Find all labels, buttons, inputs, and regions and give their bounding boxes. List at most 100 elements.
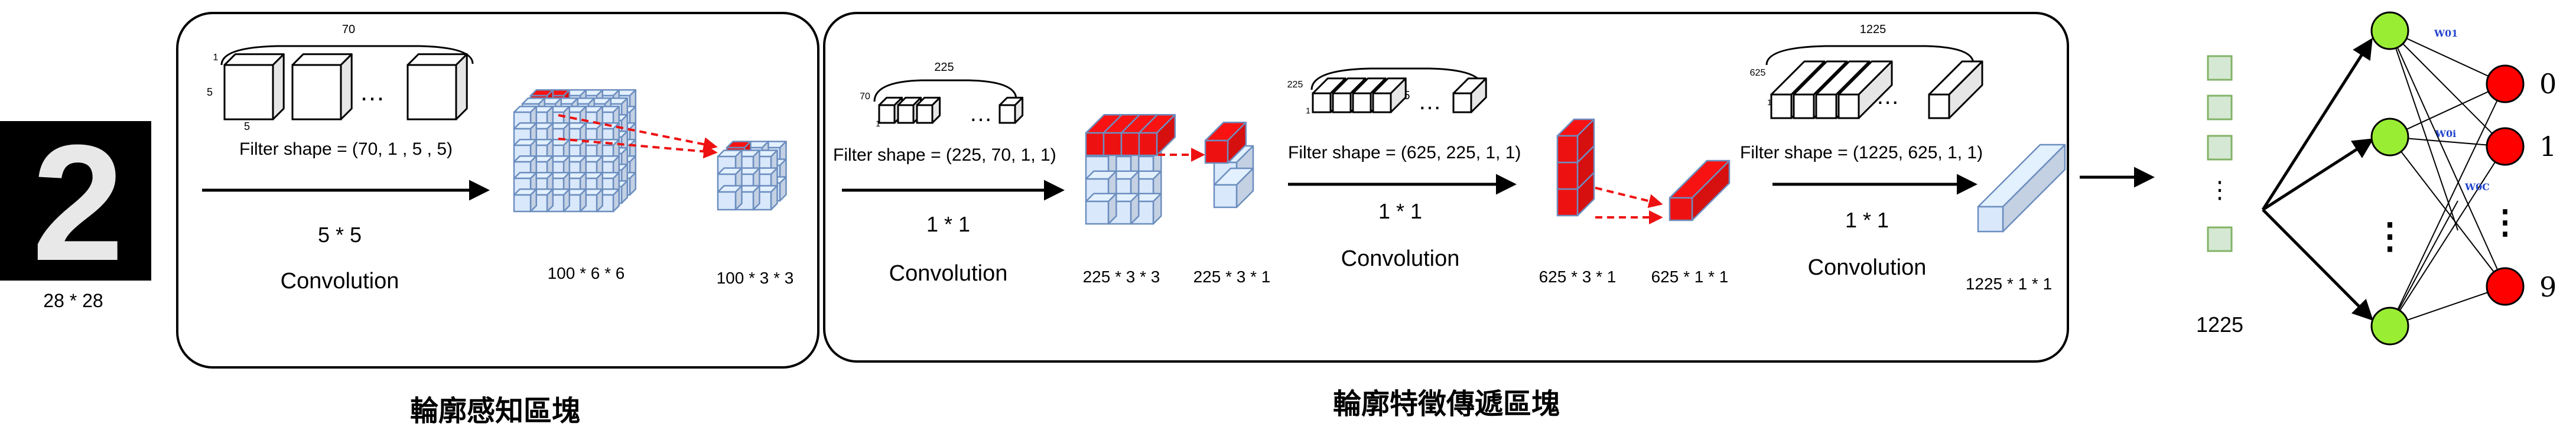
stage1-pooled-label: 225 * 3 * 1 — [1193, 268, 1271, 286]
hidden-node — [2370, 11, 2409, 50]
highlighted-cube-front — [1556, 161, 1579, 190]
feature-cube — [513, 188, 538, 213]
stage2-output-volume — [1556, 118, 1595, 217]
output-label-9: 9 — [2539, 271, 2557, 303]
stage2-filter-ellipsis: … — [1418, 89, 1442, 115]
weight-label-w01: W01 — [2434, 28, 2458, 39]
filter-cube-front — [897, 104, 915, 124]
output-node-0 — [2486, 64, 2525, 103]
block1-pooled-volume — [717, 141, 787, 211]
stage2-pooled-label: 625 * 1 * 1 — [1651, 268, 1729, 286]
filter-cube-front — [1372, 92, 1392, 113]
stage3-conv-label: Convolution — [1808, 255, 1927, 280]
feature-cube-front — [717, 191, 737, 211]
block2-stage2-filter-group: 625 225 1 … Filter shape = (625, 225, 1,… — [1287, 67, 1521, 162]
stage2-conv-label: Convolution — [1341, 246, 1460, 271]
filter-cube — [1928, 60, 1983, 119]
stage1-filter-shape: Filter shape = (225, 70, 1, 1) — [833, 145, 1056, 165]
block1-filter-shape: Filter shape = (70, 1 , 5 , 5) — [239, 139, 453, 159]
filter-cube — [998, 96, 1024, 124]
output-node-9 — [2486, 267, 2525, 306]
highlighted-slice-front — [1138, 132, 1158, 157]
weight-label-w0i: W0i — [2435, 128, 2456, 139]
filter-cube-front — [1815, 93, 1837, 119]
stage3-kernel-label: 1 * 1 — [1845, 208, 1889, 232]
filter-cube-side — [272, 53, 285, 120]
weight-label-w0c: W0C — [2464, 181, 2490, 193]
pooled-cube-front — [1213, 184, 1238, 209]
input-to-hidden-arrow — [2262, 209, 2373, 321]
stage1-output-label: 225 * 3 * 3 — [1083, 268, 1160, 286]
filter-cube-side — [455, 53, 468, 120]
stage1-conv-label: Convolution — [889, 261, 1008, 286]
filter-cube-front — [1312, 92, 1332, 113]
stage1-kernel-label: 1 * 1 — [926, 212, 970, 236]
stage2-filter-dim-b: 1 — [1306, 106, 1310, 115]
block1-conv-label: Convolution — [281, 269, 399, 294]
flatten-ellipsis: ⋮ — [2208, 177, 2232, 203]
filter-cube-front — [1352, 92, 1372, 113]
input-size-label: 28 * 28 — [43, 290, 103, 311]
block1-filter-group: 70 1 5 5 … Filter shape = (70, 1 , 5 , 5… — [207, 23, 474, 159]
block2-title: 輪廓特徵傳遞區塊 — [1333, 387, 1560, 421]
flatten-unit — [2207, 55, 2233, 81]
output-label-1: 1 — [2539, 131, 2557, 162]
fully-connected-classifier: ⋮ ⋮ W01 W0i W0C 0 1 9 — [2261, 11, 2557, 346]
flatten-count-label: 1225 — [2196, 312, 2243, 337]
stage3-filter-shape: Filter shape = (1225, 625, 1, 1) — [1740, 143, 1983, 162]
stage2-filter-dim-a: 225 — [1287, 80, 1303, 90]
highlighted-cube-front — [1556, 135, 1579, 164]
block1-title: 輪廓感知區塊 — [410, 395, 580, 428]
feature-cube-front — [1085, 200, 1110, 225]
block1-filter-count: 70 — [342, 23, 355, 36]
filter-cube — [916, 96, 941, 124]
stage2-filter-shape: Filter shape = (625, 225, 1, 1) — [1288, 143, 1521, 162]
input-to-hidden-arrow — [2262, 138, 2374, 211]
block1-filter-ellipsis: … — [359, 77, 385, 106]
stage1-filter-dim-a: 70 — [860, 92, 870, 102]
flatten-vector: ⋮ — [2207, 55, 2233, 252]
output-node-1 — [2486, 127, 2525, 166]
stage3-filter-ellipsis: … — [1876, 83, 1900, 109]
stage3-output-label: 1225 * 1 * 1 — [1966, 275, 2052, 293]
filter-cube-front — [916, 104, 934, 124]
highlighted-cube-front — [1204, 139, 1229, 164]
highlighted-cube — [1668, 159, 1731, 222]
cnn-architecture-diagram: 2 28 * 28 70 1 5 5 … Filter shape = (70,… — [0, 11, 2557, 428]
filter-cube — [406, 53, 468, 120]
highlighted-slice-front — [1085, 132, 1105, 157]
stage1-filter-count: 225 — [934, 61, 954, 74]
filter-cube-front — [878, 104, 896, 124]
highlighted-slice-front — [1102, 132, 1123, 157]
stage3-filter-dim-a: 625 — [1750, 68, 1766, 78]
highlighted-cube-front — [1556, 188, 1579, 217]
filter-cube-front — [1793, 93, 1815, 119]
stage1-output-volume — [1085, 113, 1176, 225]
filter-cube-front — [1837, 93, 1860, 119]
output-label-0: 0 — [2539, 68, 2557, 100]
filter-cube-front — [291, 64, 342, 120]
stage2-kernel-label: 1 * 1 — [1378, 199, 1422, 223]
filter-cube — [223, 53, 285, 120]
filter-cube-side — [340, 53, 353, 120]
block2-stage3-filter-group: 1225 625 1 … Filter shape = (1225, 625, … — [1740, 23, 1983, 162]
filter-cube-front — [998, 104, 1016, 124]
block1-output-volume — [513, 89, 718, 213]
block1-filter-dim-side: 5 — [207, 86, 213, 98]
block1-filter-dim-top: 1 — [213, 53, 219, 63]
stage1-filter-ellipsis: … — [969, 100, 993, 126]
block1-filter-dim-bottom: 5 — [244, 120, 250, 132]
block2-stage1-filter-group: 225 70 1 … Filter shape = (225, 70, 1, 1… — [833, 61, 1056, 165]
feature-cube — [1085, 193, 1117, 225]
filter-cube-front — [1928, 93, 1950, 119]
filter-cube-front — [1452, 92, 1472, 113]
filter-cube-front — [223, 64, 274, 120]
hidden-vdots: ⋮ — [2372, 216, 2408, 256]
stage3-output-volume — [1977, 144, 2066, 233]
feature-cube — [717, 185, 743, 211]
feature-cube-front — [513, 194, 532, 213]
input-image: 2 28 * 28 — [0, 111, 151, 311]
output-vector-cube-front — [1977, 206, 2004, 233]
input-digit-glyph: 2 — [32, 111, 124, 295]
hidden-node — [2370, 118, 2409, 157]
